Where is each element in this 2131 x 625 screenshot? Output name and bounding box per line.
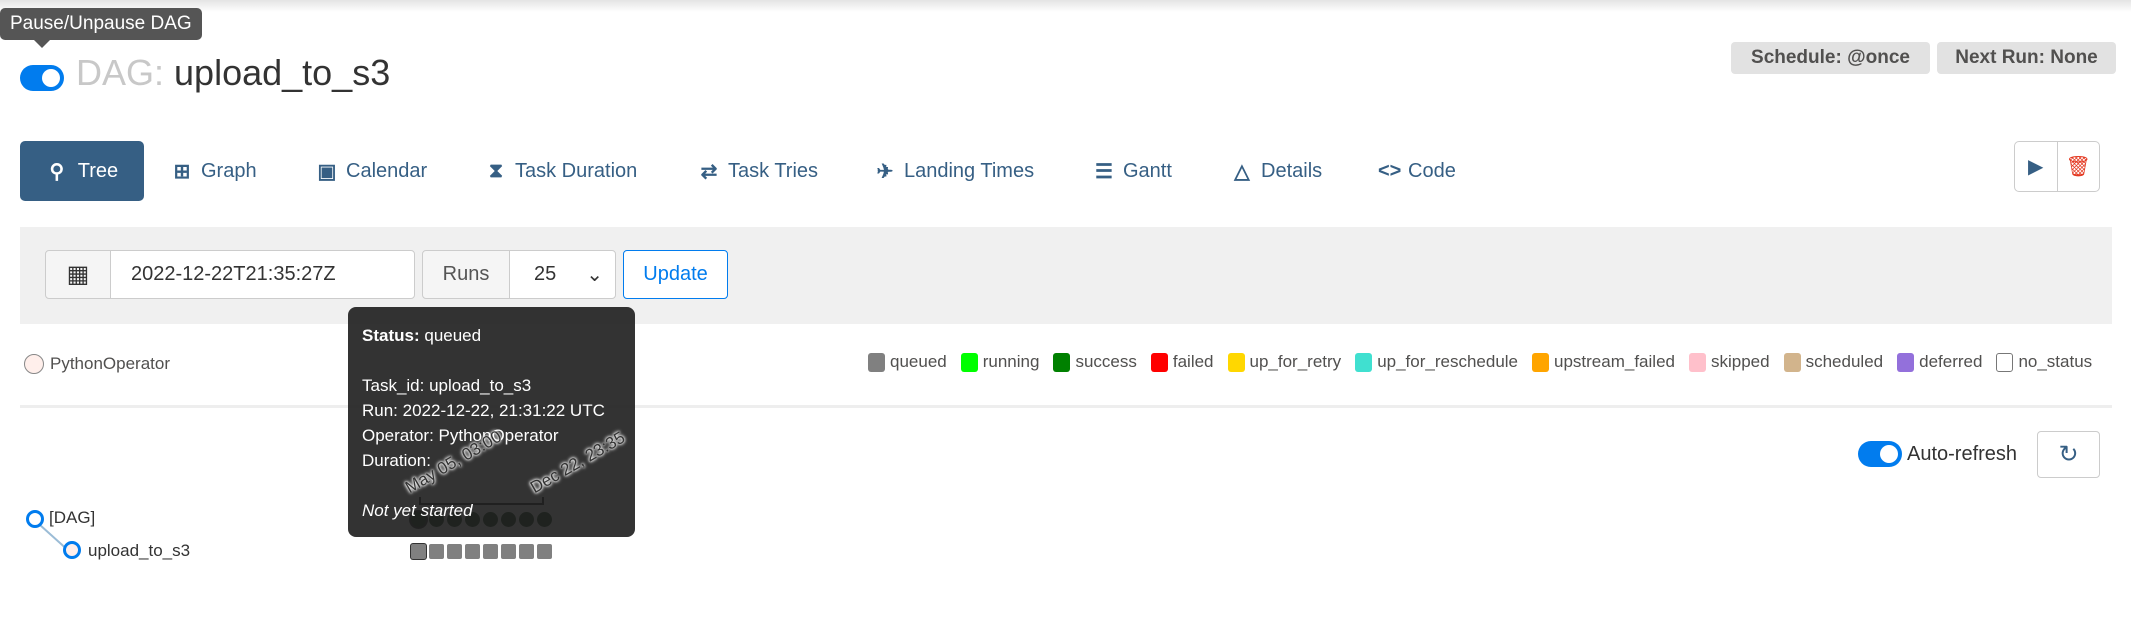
auto-refresh-toggle[interactable] [1858,441,1902,467]
legend-swatch [1355,353,1373,373]
legend-swatch [1688,353,1706,373]
code-icon: <> [1378,159,1402,182]
plane-landing-icon: ✈ [876,160,894,183]
dag-id: upload_to_s3 [174,52,391,93]
legend-label: scheduled [1805,352,1884,371]
runs-select[interactable]: 25 ⌄ [509,250,616,299]
legend-swatch [1783,353,1801,373]
legend-swatch [1996,353,2014,373]
legend-label: success [1075,352,1137,371]
task-instance-square[interactable] [447,544,462,559]
chevron-down-icon: ⌄ [586,264,603,286]
task-instance-square[interactable] [411,544,426,559]
dag-node-icon[interactable] [26,510,44,528]
tab-label: Code [1408,159,1456,182]
task-label: upload_to_s3 [88,541,191,560]
auto-refresh-label: Auto-refresh [1907,443,2018,465]
calendar-icon: ▣ [317,160,337,183]
legend-item-skipped: skipped [1688,352,1770,373]
legend-swatch [960,353,978,373]
legend-label: failed [1172,352,1214,371]
status-label: Status: [362,326,420,345]
graph-icon: ⊞ [173,160,191,183]
divider [20,405,2112,408]
legend-label: no_status [2018,352,2093,371]
tab-task-tries[interactable]: ⇄ Task Tries [698,141,818,201]
top-shadow [0,0,2131,12]
legend-label: up_for_reschedule [1377,352,1519,371]
tab-label: Task Duration [515,159,638,182]
tab-task-duration[interactable]: ⧗ Task Duration [485,141,637,201]
legend-item-up_for_reschedule: up_for_reschedule [1355,352,1519,373]
legend-label: queued [890,352,947,371]
legend-swatch [1150,353,1168,373]
refresh-button[interactable]: ↻ [2037,431,2100,478]
legend-item-failed: failed [1150,352,1214,373]
legend-swatch [1227,353,1245,373]
tab-details[interactable]: △ Details [1231,141,1322,201]
tab-label: Calendar [346,159,428,182]
run-line: Run: 2022-12-22, 21:31:22 UTC [362,401,605,420]
task-instance-square[interactable] [483,544,498,559]
tab-label: Task Tries [728,159,819,182]
legend-item-success: success [1053,352,1137,373]
legend-swatch [1897,353,1915,373]
next-run-badge: Next Run: None [1937,42,2116,74]
tab-label: Graph [201,159,257,182]
legend-label: deferred [1919,352,1983,371]
tab-landing-times[interactable]: ✈ Landing Times [874,141,1034,201]
legend-swatch [1532,353,1550,373]
legend-label: upstream_failed [1554,352,1675,371]
tab-gantt[interactable]: ☰ Gantt [1093,141,1172,201]
update-button[interactable]: Update [623,250,728,299]
legend-label: skipped [1710,352,1770,371]
delete-dag-button[interactable]: 🗑 [2058,142,2100,191]
task-instance-square[interactable] [429,544,444,559]
tab-code[interactable]: <> Code [1378,141,1456,201]
hourglass-icon: ⧗ [488,159,504,182]
task-instance-square[interactable] [465,544,480,559]
tab-label: Details [1261,159,1323,182]
legend-item-no_status: no_status [1996,352,2093,373]
tab-calendar[interactable]: ▣ Calendar [316,141,428,201]
runs-label: Runs [422,250,510,299]
play-icon: ▶ [2028,156,2044,178]
legend-item-queued: queued [868,352,947,373]
legend-item-upstream_failed: upstream_failed [1532,352,1675,373]
dag-root-label: [DAG] [49,508,96,527]
task-instance-square[interactable] [501,544,516,559]
repeat-icon: ⇄ [700,160,718,183]
gantt-icon: ☰ [1095,160,1113,183]
status-value: queued [424,326,482,345]
base-date-input[interactable]: 2022-12-22T21:35:27Z [110,250,415,299]
legend-item-scheduled: scheduled [1783,352,1884,373]
task-instance-square[interactable] [537,544,552,559]
schedule-badge: Schedule: @once [1731,42,1930,74]
task-instance-square[interactable] [519,544,534,559]
legend-label: running [982,352,1040,371]
legend-label: up_for_retry [1249,352,1342,371]
runs-value: 25 [534,263,557,285]
note-line: Not yet started [362,501,473,520]
task-id-line: Task_id: upload_to_s3 [362,376,532,395]
dag-actions: ▶ 🗑 [2014,141,2100,192]
legend-item-up_for_retry: up_for_retry [1227,352,1342,373]
task-instance-row [411,544,552,559]
page-title: DAG: upload_to_s3 [76,52,390,94]
tab-graph[interactable]: ⊞ Graph [171,141,257,201]
legend-swatch [1053,353,1071,373]
tab-label: Gantt [1123,159,1172,182]
tab-label: Landing Times [904,159,1035,182]
task-instance-tooltip: Status: queued Task_id: upload_to_s3 Run… [348,307,635,537]
task-node-icon[interactable] [63,541,81,559]
legend-swatch [868,353,885,373]
state-legend: queued running success failed up_for_retry up… [868,352,2093,373]
trigger-dag-button[interactable]: ▶ [2015,142,2058,191]
trash-icon: 🗑 [2065,156,2091,178]
legend-item-deferred: deferred [1897,352,1983,373]
warning-triangle-icon: △ [1234,160,1250,183]
legend-item-running: running [960,352,1040,373]
refresh-icon: ↻ [2058,441,2079,468]
